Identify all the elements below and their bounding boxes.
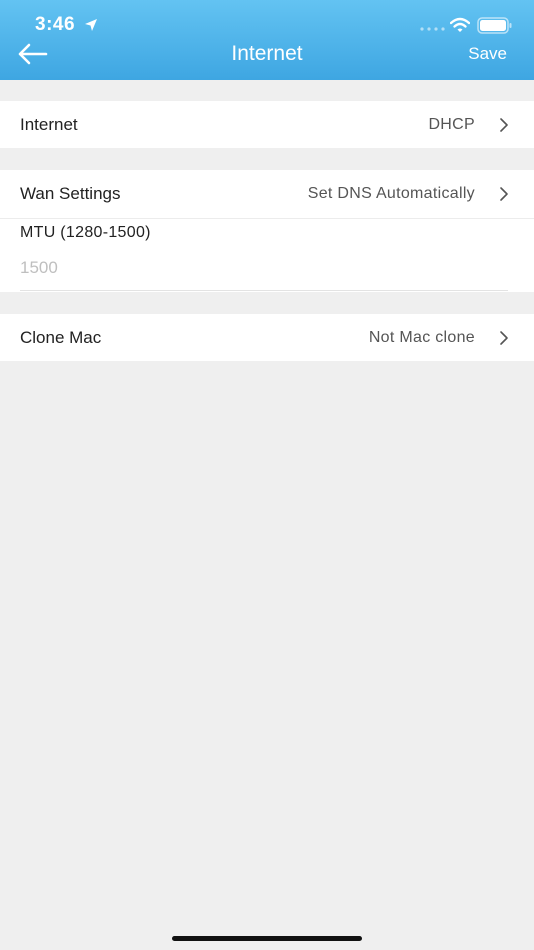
cellular-signal-icon — [420, 27, 445, 31]
internet-value: DHCP — [428, 116, 475, 133]
internet-row[interactable]: Internet DHCP — [0, 101, 534, 148]
internet-label: Internet — [20, 115, 78, 134]
chevron-right-icon — [500, 187, 508, 201]
save-button[interactable]: Save — [468, 40, 507, 68]
clone-mac-value: Not Mac clone — [368, 329, 475, 346]
status-time: 3:46 — [35, 14, 76, 35]
mtu-underline — [20, 290, 508, 291]
wifi-icon — [450, 17, 470, 32]
wan-settings-row[interactable]: Wan Settings Set DNS Automatically — [0, 170, 534, 218]
home-indicator[interactable] — [172, 936, 362, 941]
wan-settings-label: Wan Settings — [20, 184, 121, 203]
battery-icon — [477, 17, 512, 34]
page-title: Internet — [231, 42, 303, 65]
location-arrow-icon — [85, 19, 97, 31]
chevron-right-icon — [500, 331, 508, 345]
wan-settings-value: Set DNS Automatically — [307, 185, 475, 202]
clone-mac-label: Clone Mac — [20, 328, 102, 347]
mtu-label: MTU (1280-1500) — [20, 224, 151, 241]
mtu-input[interactable] — [20, 252, 508, 284]
clone-mac-row[interactable]: Clone Mac Not Mac clone — [0, 314, 534, 361]
navigation-header: 3:46 Internet Save — [0, 0, 534, 80]
chevron-right-icon — [500, 118, 508, 132]
